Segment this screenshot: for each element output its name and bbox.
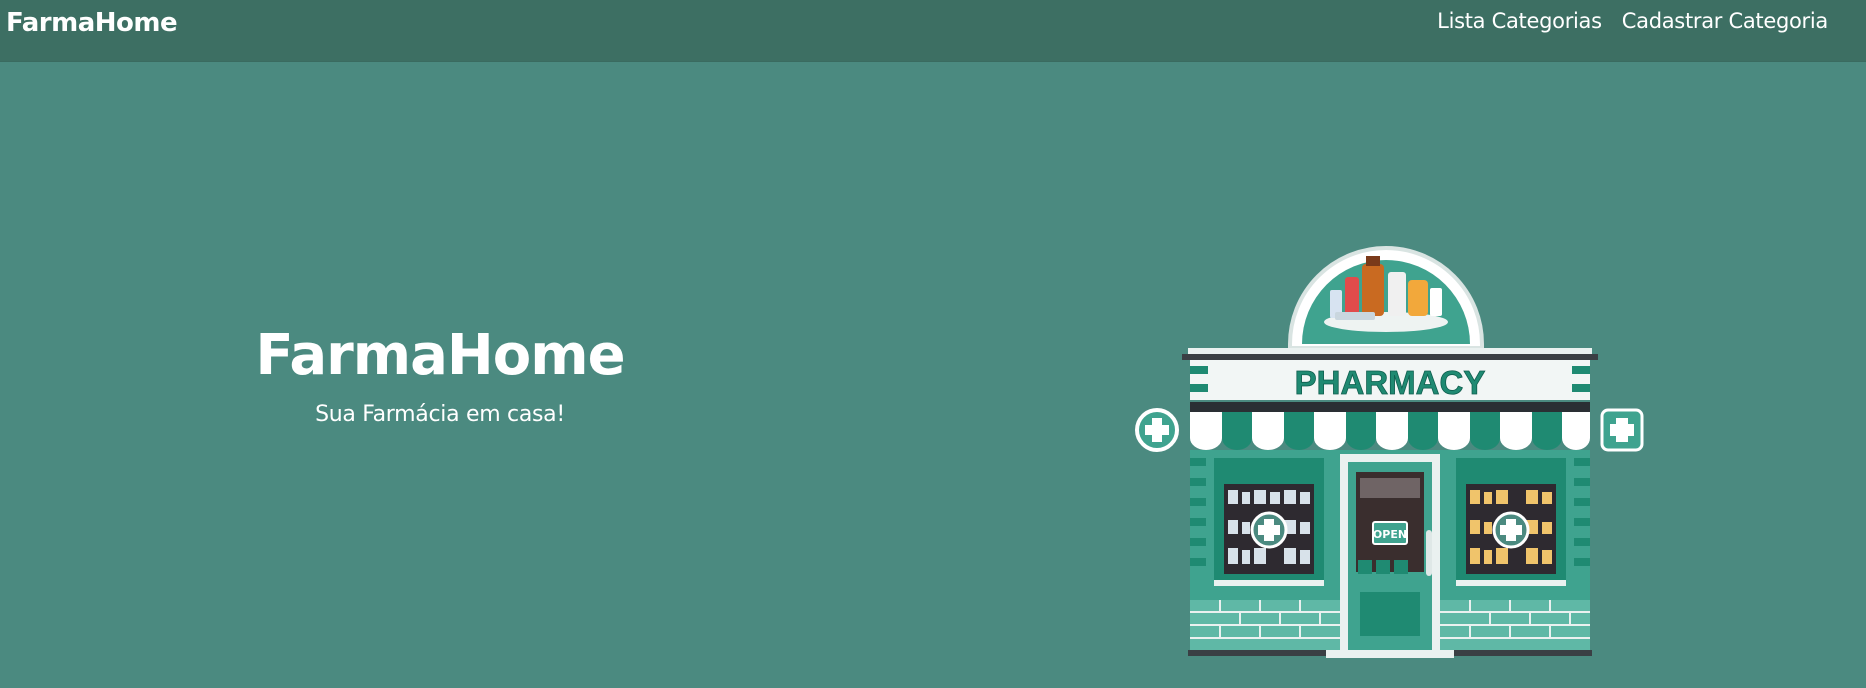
nav-link-cadastrar-categoria[interactable]: Cadastrar Categoria	[1622, 9, 1829, 33]
navbar: FarmaHome Lista Categorias Cadastrar Cat…	[0, 0, 1866, 62]
pharmacy-storefront-illustration: PHARMACY OPEN	[1135, 246, 1644, 658]
hero-title: FarmaHome	[255, 323, 625, 388]
hero-subtitle: Sua Farmácia em casa!	[315, 402, 565, 427]
hero-text: FarmaHome Sua Farmácia em casa!	[200, 323, 680, 428]
brand-logo-link[interactable]: FarmaHome	[6, 8, 178, 38]
nav-link-lista-categorias[interactable]: Lista Categorias	[1437, 9, 1602, 33]
sign-text: PHARMACY	[1295, 364, 1486, 401]
door-open-sign: OPEN	[1373, 528, 1407, 541]
hero-section: FarmaHome Sua Farmácia em casa! PHARMACY	[0, 62, 1866, 688]
nav-links: Lista Categorias Cadastrar Categoria	[1437, 9, 1828, 33]
